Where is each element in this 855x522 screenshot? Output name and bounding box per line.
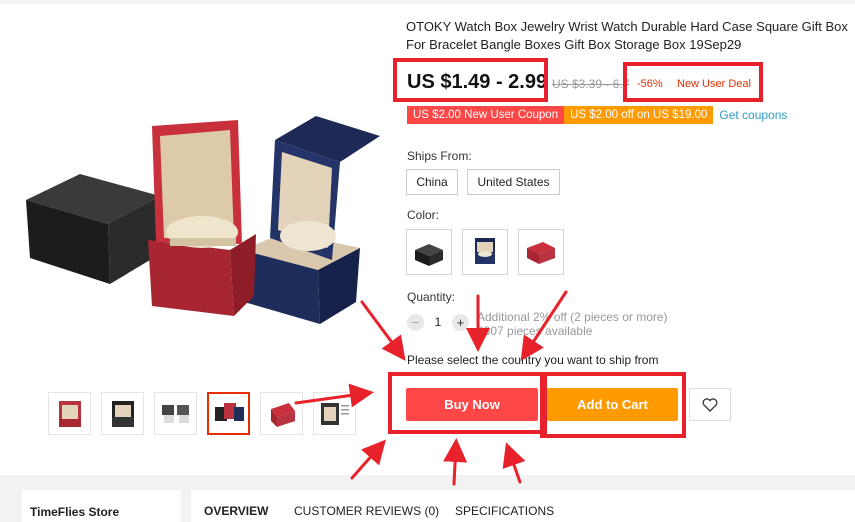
get-coupons-link[interactable]: Get coupons: [719, 108, 787, 122]
new-user-coupon[interactable]: US $2.00 New User Coupon: [407, 106, 565, 124]
ships-from-label: Ships From:: [407, 149, 472, 163]
color-swatch-black[interactable]: [406, 229, 452, 275]
quantity-decrement-button[interactable]: −: [407, 314, 424, 331]
product-title: OTOKY Watch Box Jewelry Wrist Watch Dura…: [406, 19, 848, 52]
thumbnail-1[interactable]: [48, 392, 91, 435]
thumbnail-3[interactable]: [154, 392, 197, 435]
store-name[interactable]: TimeFlies Store: [30, 505, 119, 519]
color-label: Color:: [407, 208, 440, 222]
quantity-increment-button[interactable]: +: [452, 314, 469, 331]
quantity-value[interactable]: 1: [432, 315, 444, 329]
original-price: US $3.39 - 6.7: [552, 77, 630, 91]
color-swatch-red[interactable]: [518, 229, 564, 275]
thumbnail-strip: [48, 392, 356, 435]
tab-customer-reviews[interactable]: CUSTOMER REVIEWS (0): [294, 504, 439, 518]
buy-now-button[interactable]: Buy Now: [406, 388, 538, 421]
thumbnail-6[interactable]: [313, 392, 356, 435]
price-range: US $1.49 - 2.99: [407, 71, 548, 93]
thumbnail-4[interactable]: [207, 392, 250, 435]
stock-available-note: 6307 pieces available: [477, 324, 593, 338]
top-bar: [0, 0, 855, 4]
color-swatch-navy[interactable]: [462, 229, 508, 275]
add-to-cart-button[interactable]: Add to Cart: [547, 388, 678, 421]
ship-country-notice: Please select the country you want to sh…: [407, 353, 659, 367]
thumbnail-2[interactable]: [101, 392, 144, 435]
ship-from-china[interactable]: China: [406, 169, 458, 195]
coupon-row: US $2.00 New User Coupon US $2.00 off on…: [407, 106, 787, 124]
store-coupon[interactable]: US $2.00 off on US $19.00: [564, 106, 714, 124]
quantity-label: Quantity:: [407, 290, 456, 304]
discount-percent: -56%: [637, 78, 663, 90]
bulk-discount-note: Additional 2% off (2 pieces or more): [477, 310, 668, 324]
tab-specifications[interactable]: SPECIFICATIONS: [455, 504, 554, 518]
main-product-image[interactable]: [20, 70, 380, 370]
new-user-deal-label: New User Deal: [677, 78, 751, 90]
tab-overview[interactable]: OVERVIEW: [204, 504, 268, 518]
arrow-lower-left: [350, 439, 386, 480]
thumbnail-5[interactable]: [260, 392, 303, 435]
ship-from-united-states[interactable]: United States: [467, 169, 560, 195]
quantity-note: Additional 2% off (2 pieces or more) 630…: [477, 310, 668, 338]
wishlist-button[interactable]: [689, 388, 731, 421]
heart-icon: [702, 397, 718, 412]
